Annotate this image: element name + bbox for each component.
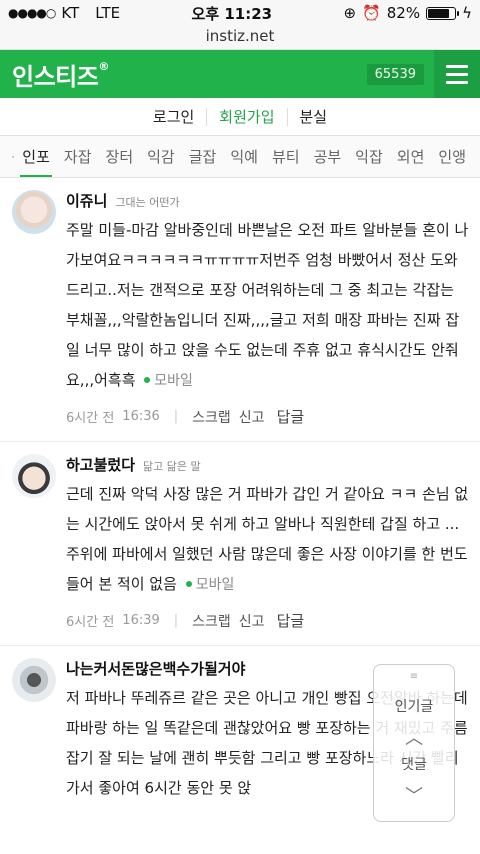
comment-meta: 6시간 전 16:39 | 스크랩 신고 답글 xyxy=(66,610,305,631)
lost-account-link[interactable]: 분실 xyxy=(288,108,340,126)
login-link[interactable]: 로그인 xyxy=(141,107,208,126)
tab-jajab[interactable]: 자잡 xyxy=(64,136,92,177)
auth-bar: 로그인 회원가입 분실 xyxy=(0,98,480,136)
category-tabs: 인포 자잡 장터 익감 글잡 익예 뷰티 공부 익잡 외연 인앵 xyxy=(0,136,480,178)
comment-text: 주말 미들-마감 알바중인데 바쁜날은 오전 파트 알바분들 혼이 나가보여요ㅋ… xyxy=(66,221,469,389)
level-badge: 6 xyxy=(14,454,20,463)
comment-item: 6 하고불렀다 닮고 닮은 말 근데 진짜 악덕 사장 많은 거 파바가 갑인 … xyxy=(0,442,480,645)
comments-link[interactable]: 댓글 xyxy=(401,754,427,774)
comment-time: 16:36 xyxy=(122,409,160,424)
avatar[interactable]: 8 xyxy=(12,658,56,702)
alarm-icon: ⏰ xyxy=(362,4,381,22)
url-bar[interactable]: instiz.net xyxy=(0,26,480,50)
reply-button[interactable]: 답글 xyxy=(277,610,305,631)
comment-age: 6시간 전 xyxy=(66,411,115,426)
comment-author[interactable]: 하고불렀다 xyxy=(66,454,135,475)
tab-ikjab[interactable]: 익잡 xyxy=(355,136,383,177)
tab-inaeng[interactable]: 인앵 xyxy=(438,136,466,177)
hamburger-icon xyxy=(446,64,468,68)
chevron-down-icon[interactable]: ﹀ xyxy=(405,782,423,808)
author-tagline: 그대는 어떤가 xyxy=(115,196,180,209)
level-badge: 5 xyxy=(14,190,20,199)
tab-oeyeon[interactable]: 외연 xyxy=(397,136,425,177)
comment-item: 5 이쥬니 그대는 어떤가 주말 미들-마감 알바중인데 바쁜날은 오전 파트 … xyxy=(0,178,480,441)
gear-icon[interactable] xyxy=(12,147,15,167)
signup-link[interactable]: 회원가입 xyxy=(207,107,288,126)
level-badge: 8 xyxy=(14,658,20,667)
tab-study[interactable]: 공부 xyxy=(314,136,342,177)
report-button[interactable]: 신고 xyxy=(239,407,265,427)
tab-beauty[interactable]: 뷰티 xyxy=(272,136,300,177)
quick-nav-panel: ≡ 인기글 ︿ 댓글 ﹀ xyxy=(373,664,455,822)
status-bar: ●●●●○ KT LTE 오후 11:23 ⊕ ⏰ 82% ϟ xyxy=(0,0,480,26)
avatar[interactable]: 5 xyxy=(12,190,56,234)
scrap-button[interactable]: 스크랩 xyxy=(192,611,231,631)
mobile-label: 모바일 xyxy=(195,577,235,593)
battery-icon xyxy=(426,6,460,20)
popular-posts-link[interactable]: 인기글 xyxy=(395,696,434,716)
charging-icon: ϟ xyxy=(462,4,472,22)
mobile-label: 모바일 xyxy=(154,373,193,389)
comment-time: 16:39 xyxy=(122,613,160,628)
site-logo[interactable]: 인스티즈® xyxy=(12,57,109,92)
tab-ikye[interactable]: 익예 xyxy=(230,136,258,177)
network-type: LTE xyxy=(95,4,121,22)
signal-icon: ●●●●○ xyxy=(8,6,56,20)
comment-author[interactable]: 이쥬니 xyxy=(66,190,107,211)
chevron-up-icon[interactable]: ︿ xyxy=(405,724,423,750)
clock: 오후 11:23 xyxy=(191,4,273,23)
comment-text: 근데 진짜 악덕 사장 많은 거 파바가 갑인 거 같아요 ㅋㅋ 손님 없는 시… xyxy=(66,485,469,593)
reply-button[interactable]: 답글 xyxy=(277,406,305,427)
menu-button[interactable] xyxy=(434,50,480,98)
tab-geuljab[interactable]: 글잡 xyxy=(189,136,217,177)
scrap-button[interactable]: 스크랩 xyxy=(192,407,231,427)
report-button[interactable]: 신고 xyxy=(239,611,265,631)
comment-meta: 6시간 전 16:36 | 스크랩 신고 답글 xyxy=(66,406,305,427)
tab-info[interactable]: 인포 xyxy=(20,136,52,177)
comment-author[interactable]: 나는커서돈많은백수가될거야 xyxy=(66,658,245,679)
rotation-lock-icon: ⊕ xyxy=(343,4,357,22)
drag-handle-icon[interactable]: ≡ xyxy=(410,671,418,682)
visit-counter: 65539 xyxy=(366,63,424,85)
site-header: 인스티즈® 65539 xyxy=(0,50,480,98)
battery-percent: 82% xyxy=(386,4,421,22)
carrier: KT xyxy=(61,4,80,22)
tab-market[interactable]: 장터 xyxy=(106,136,134,177)
tab-ikgam[interactable]: 익감 xyxy=(147,136,175,177)
author-tagline: 닮고 닮은 말 xyxy=(143,460,201,473)
avatar[interactable]: 6 xyxy=(12,454,56,498)
comment-age: 6시간 전 xyxy=(66,615,115,630)
